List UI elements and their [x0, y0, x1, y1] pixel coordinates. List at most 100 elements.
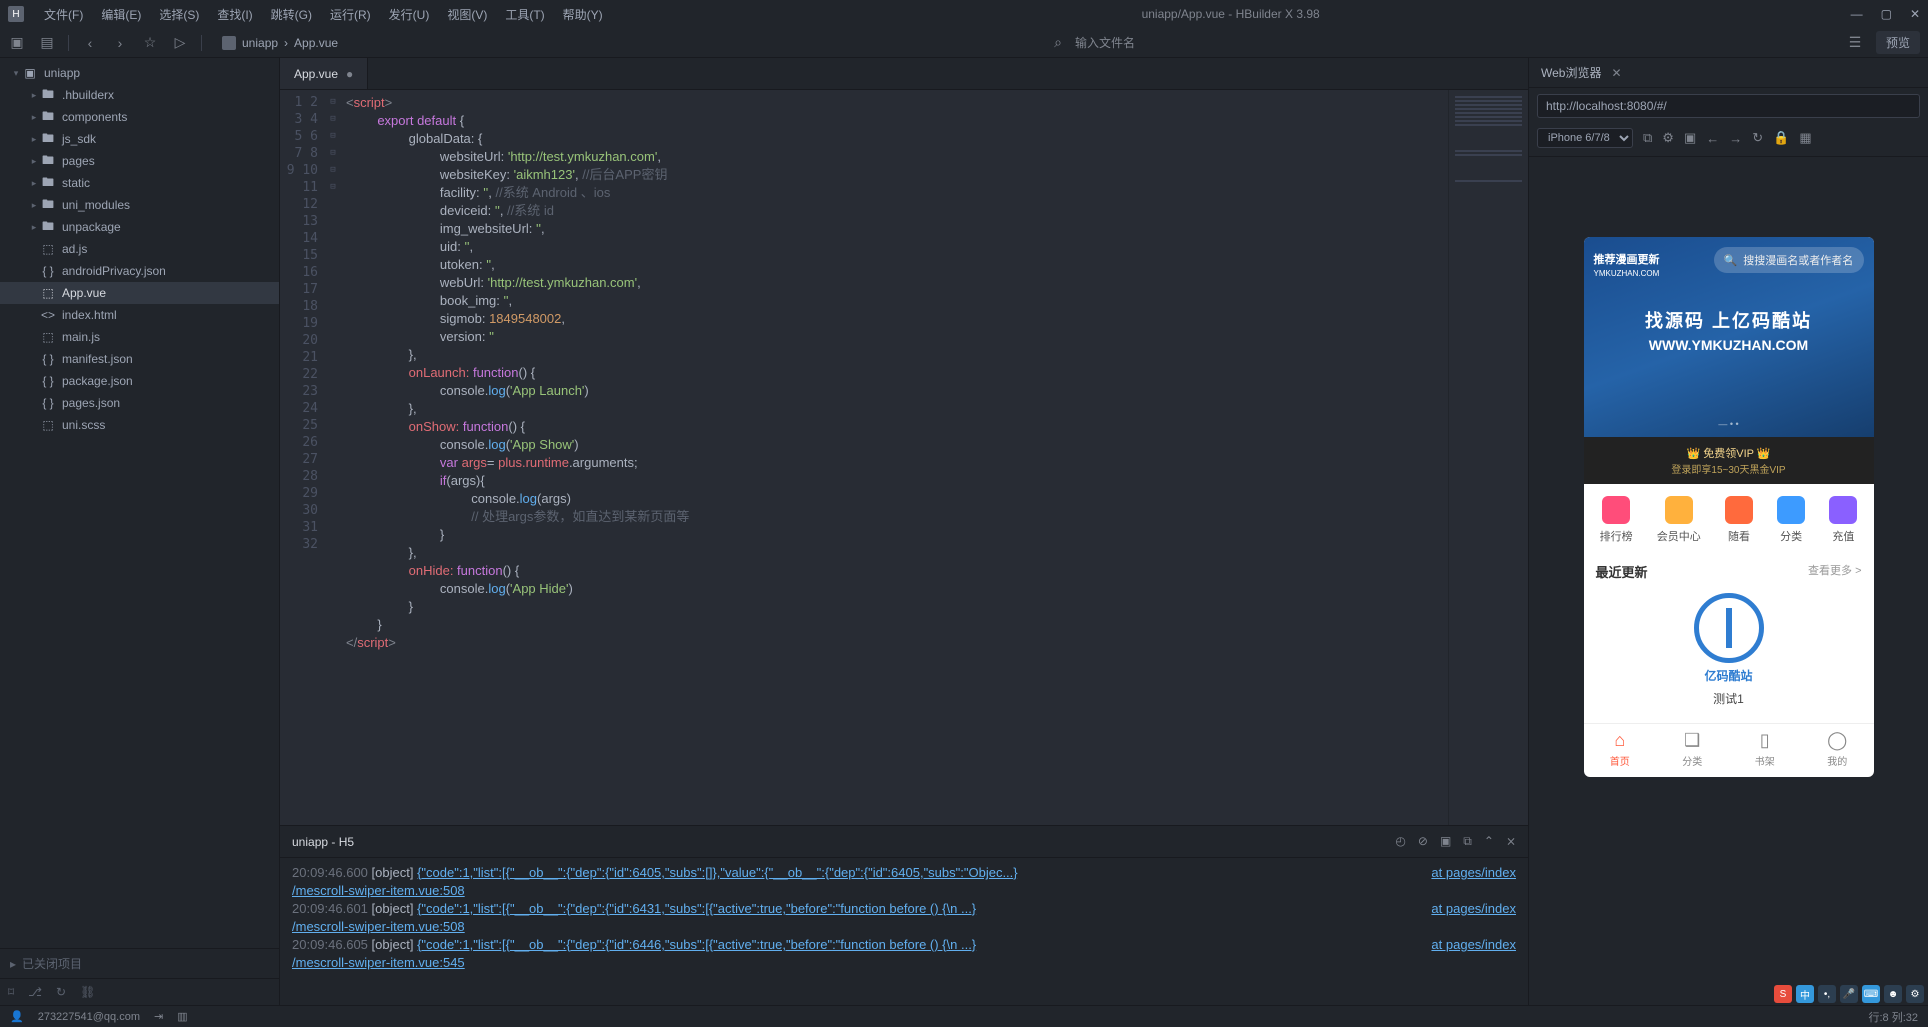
device-select[interactable]: iPhone 6/7/8: [1537, 128, 1633, 148]
link-icon[interactable]: ⛓: [80, 985, 95, 999]
console-link[interactable]: {"code":1,"list":[{"__ob__":{"dep":{"id"…: [417, 901, 976, 916]
breadcrumb-file[interactable]: App.vue: [294, 36, 338, 50]
console-collapse-icon[interactable]: ⌃: [1484, 834, 1494, 849]
new-window-icon[interactable]: ⧉: [1643, 130, 1652, 146]
menu-run[interactable]: 运行(R): [322, 2, 379, 27]
menu-help[interactable]: 帮助(Y): [555, 2, 611, 27]
menu-view[interactable]: 视图(V): [439, 2, 495, 27]
terminal-icon[interactable]: ⌑: [8, 985, 14, 999]
back-icon[interactable]: ‹: [81, 34, 99, 52]
tab-category[interactable]: ❑分类: [1656, 724, 1729, 777]
console-tab[interactable]: uniapp - H5: [292, 835, 354, 849]
tray-ime-icon[interactable]: 中: [1796, 985, 1814, 1003]
tree-file[interactable]: ⬚ad.js: [0, 238, 279, 260]
console-source-link[interactable]: at pages/index: [1431, 936, 1516, 954]
console-source-link[interactable]: at pages/index: [1431, 864, 1516, 882]
phone-search-input[interactable]: 🔍搜搜漫画名或者作者名: [1714, 247, 1864, 273]
console-link[interactable]: {"code":1,"list":[{"__ob__":{"dep":{"id"…: [417, 937, 976, 952]
git-icon[interactable]: ⎇: [28, 985, 42, 999]
status-email[interactable]: 273227541@qq.com: [38, 1011, 140, 1023]
tree-folder[interactable]: ▸🖿unpackage: [0, 216, 279, 238]
menu-find[interactable]: 查找(I): [209, 2, 260, 27]
tree-folder[interactable]: ▸🖿static: [0, 172, 279, 194]
tray-punct-icon[interactable]: •,: [1818, 985, 1836, 1003]
tab-shelf[interactable]: ▯书架: [1729, 724, 1802, 777]
console-clock-icon[interactable]: ◴: [1395, 834, 1405, 849]
nav-cell-vip[interactable]: 会员中心: [1657, 496, 1701, 544]
tab-home[interactable]: ⌂首页: [1584, 724, 1657, 777]
forward-icon[interactable]: ›: [111, 34, 129, 52]
qr-icon[interactable]: ▦: [1799, 130, 1811, 146]
preview-button[interactable]: 预览: [1876, 31, 1920, 54]
browser-back-icon[interactable]: ←: [1706, 131, 1719, 146]
code-content[interactable]: <script> export default { globalData: { …: [340, 90, 1448, 825]
tree-folder[interactable]: ▸🖿uni_modules: [0, 194, 279, 216]
refresh-icon[interactable]: ↻: [1752, 130, 1763, 146]
filter-icon[interactable]: ☰: [1846, 34, 1864, 52]
tray-mic-icon[interactable]: 🎤: [1840, 985, 1858, 1003]
file-search-icon[interactable]: ⌕: [1049, 34, 1067, 52]
breadcrumb-project[interactable]: uniapp: [242, 36, 278, 50]
tree-file[interactable]: { }package.json: [0, 370, 279, 392]
nav-cell-rank[interactable]: 排行榜: [1600, 496, 1633, 544]
run-icon[interactable]: ▷: [171, 34, 189, 52]
minimap[interactable]: [1448, 90, 1528, 825]
close-icon[interactable]: ✕: [1910, 7, 1920, 21]
console-file-link[interactable]: /mescroll-swiper-item.vue:508: [292, 919, 465, 934]
vip-banner[interactable]: 👑 免费领VIP 👑登录即享15~30天黑金VIP: [1584, 437, 1874, 484]
url-input[interactable]: [1537, 94, 1920, 118]
tree-file[interactable]: { }androidPrivacy.json: [0, 260, 279, 282]
tree-folder[interactable]: ▸🖿js_sdk: [0, 128, 279, 150]
tree-folder[interactable]: ▸🖿pages: [0, 150, 279, 172]
console-file-link[interactable]: /mescroll-swiper-item.vue:545: [292, 955, 465, 970]
menu-goto[interactable]: 跳转(G): [263, 2, 320, 27]
lock-icon[interactable]: 🔒: [1773, 130, 1789, 146]
maximize-icon[interactable]: ▢: [1881, 7, 1892, 21]
tree-file-active[interactable]: ⬚App.vue: [0, 282, 279, 304]
editor-tab[interactable]: App.vue ●: [280, 58, 368, 89]
phone-preview[interactable]: 推荐漫画更新YMKUZHAN.COM 🔍搜搜漫画名或者作者名 找源码 上亿码酷站…: [1584, 237, 1874, 777]
tree-folder[interactable]: ▸🖿components: [0, 106, 279, 128]
tree-folder[interactable]: ▸🖿.hbuilderx: [0, 84, 279, 106]
layout-icon[interactable]: ▥: [177, 1010, 187, 1023]
search-input-placeholder[interactable]: 输入文件名: [1075, 34, 1135, 51]
menu-select[interactable]: 选择(S): [151, 2, 207, 27]
tray-settings-icon[interactable]: ⚙: [1906, 985, 1924, 1003]
browser-forward-icon[interactable]: →: [1729, 131, 1742, 146]
menu-tools[interactable]: 工具(T): [497, 2, 552, 27]
open-icon[interactable]: ▤: [38, 34, 56, 52]
closed-projects-section[interactable]: ▸已关闭项目: [0, 948, 279, 978]
console-output[interactable]: 20:09:46.600 [object] {"code":1,"list":[…: [280, 858, 1528, 1005]
console-source-link[interactable]: at pages/index: [1431, 900, 1516, 918]
tray-keyboard-icon[interactable]: ⌨: [1862, 985, 1880, 1003]
menu-edit[interactable]: 编辑(E): [93, 2, 149, 27]
minimize-icon[interactable]: —: [1851, 7, 1863, 21]
screenshot-icon[interactable]: ▣: [1684, 130, 1696, 146]
console-file-link[interactable]: /mescroll-swiper-item.vue:508: [292, 883, 465, 898]
tree-file[interactable]: { }pages.json: [0, 392, 279, 414]
nav-cell-random[interactable]: 随看: [1725, 496, 1753, 544]
tree-file[interactable]: { }manifest.json: [0, 348, 279, 370]
browser-tab-label[interactable]: Web浏览器: [1541, 64, 1601, 81]
tree-root[interactable]: ▾▣uniapp: [0, 62, 279, 84]
console-stop-icon[interactable]: ▣: [1440, 834, 1451, 849]
carousel-dots[interactable]: — • •: [1584, 419, 1874, 429]
tray-emoji-icon[interactable]: ☻: [1884, 985, 1902, 1003]
section-more-link[interactable]: 查看更多 >: [1808, 562, 1861, 581]
cursor-position[interactable]: 行:8 列:32: [1868, 1009, 1918, 1025]
console-popout-icon[interactable]: ⧉: [1463, 834, 1472, 849]
menu-publish[interactable]: 发行(U): [381, 2, 438, 27]
sync-icon[interactable]: ↻: [56, 985, 66, 999]
tab-mine[interactable]: ◯我的: [1801, 724, 1874, 777]
content-item[interactable]: 亿码酷站 测试1: [1584, 587, 1874, 723]
console-close-icon[interactable]: ⨯: [1506, 834, 1516, 849]
tree-file[interactable]: ⬚uni.scss: [0, 414, 279, 436]
code-editor[interactable]: 1 2 3 4 5 6 7 8 9 10 11 12 13 14 15 16 1…: [280, 90, 1528, 825]
fold-gutter[interactable]: ⊟ ⊟ ⊟ ⊟ ⊟ ⊟: [326, 90, 340, 825]
save-icon[interactable]: ▣: [8, 34, 26, 52]
menu-file[interactable]: 文件(F): [36, 2, 91, 27]
console-link[interactable]: {"code":1,"list":[{"__ob__":{"dep":{"id"…: [417, 865, 1018, 880]
devtools-icon[interactable]: ⚙: [1662, 130, 1674, 146]
console-clear-icon[interactable]: ⊘: [1418, 834, 1428, 849]
tray-icon[interactable]: S: [1774, 985, 1792, 1003]
